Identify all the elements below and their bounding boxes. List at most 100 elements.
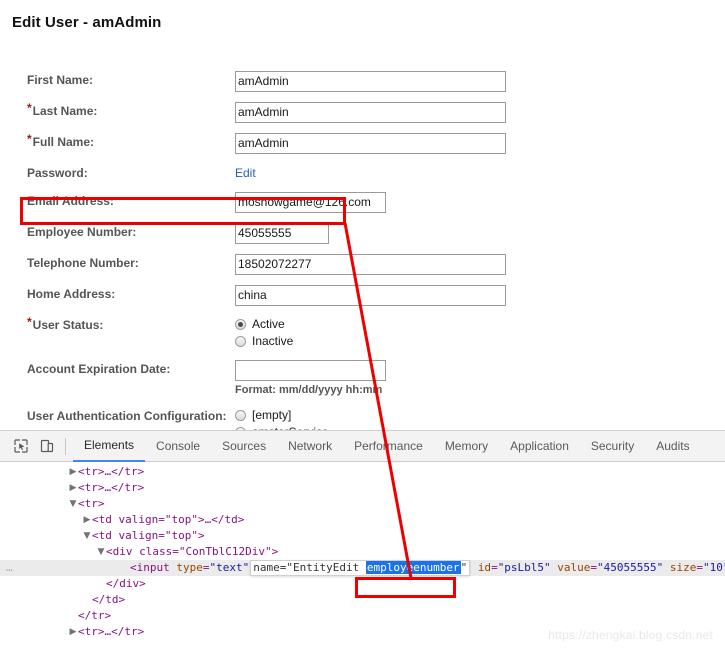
radio-option-empty[interactable]: [empty]: [235, 407, 725, 423]
twisty-expanded-icon[interactable]: ▼: [82, 528, 92, 544]
dom-row[interactable]: </td>: [0, 592, 725, 608]
dom-tag-name: input: [136, 561, 170, 574]
twisty-collapsed-icon[interactable]: ▶: [68, 480, 78, 496]
field-cell: [235, 187, 725, 218]
required-asterisk-icon: *: [27, 132, 32, 146]
form-row-password: Password: Edit: [0, 159, 725, 187]
field-cell: [235, 128, 725, 159]
twisty-expanded-icon[interactable]: ▼: [68, 496, 78, 512]
devtools-tab-bar: Elements Console Sources Network Perform…: [73, 431, 701, 462]
tab-network[interactable]: Network: [277, 431, 343, 462]
edit-user-form: First Name: *Last Name: *Full Name:: [0, 66, 725, 430]
home-address-input[interactable]: [235, 285, 506, 306]
devtools-toolbar: Elements Console Sources Network Perform…: [0, 431, 725, 462]
field-label-account-expiration-date: Account Expiration Date:: [27, 362, 171, 376]
radio-option-active[interactable]: Active: [235, 316, 725, 332]
tab-performance[interactable]: Performance: [343, 431, 434, 462]
dom-attr-value-size: "10": [703, 561, 725, 574]
form-row-employee-number: Employee Number:: [0, 218, 725, 249]
field-cell: [235, 66, 725, 97]
full-name-input[interactable]: [235, 133, 506, 154]
field-label-telephone-number: Telephone Number:: [27, 256, 139, 270]
label-cell: *Last Name:: [0, 97, 235, 128]
device-toolbar-icon[interactable]: [34, 434, 60, 458]
dom-row-selected[interactable]: … <input type="text" name="EntityEdit emp…: [0, 560, 725, 576]
dom-row[interactable]: ▶ <td valign="top">…</td>: [0, 512, 725, 528]
dom-attr-value-id: "psLbl5": [497, 561, 551, 574]
tab-elements[interactable]: Elements: [73, 431, 146, 462]
dom-row-text: </td>: [92, 593, 126, 606]
dom-row[interactable]: </tr>: [0, 608, 725, 624]
form-row-user-authentication-configuration: User Authentication Configuration: [empt…: [0, 402, 725, 430]
field-label-password: Password:: [27, 166, 88, 180]
page-title: Edit User - amAdmin: [12, 14, 162, 31]
form-row-first-name: First Name:: [0, 66, 725, 97]
twisty-collapsed-icon[interactable]: ▶: [68, 464, 78, 480]
dom-row[interactable]: ▼ <td valign="top">: [0, 528, 725, 544]
label-cell: *Full Name:: [0, 128, 235, 159]
account-expiration-date-input[interactable]: [235, 360, 386, 381]
radio-option-inactive[interactable]: Inactive: [235, 333, 725, 349]
email-address-input[interactable]: [235, 192, 386, 213]
first-name-input[interactable]: [235, 71, 506, 92]
inspect-element-icon[interactable]: [8, 434, 34, 458]
field-cell: [235, 249, 725, 280]
twisty-collapsed-icon[interactable]: ▶: [82, 512, 92, 528]
tab-application[interactable]: Application: [499, 431, 580, 462]
dom-open-angle: <: [130, 561, 137, 574]
dom-attr-edit-suffix: ": [460, 561, 468, 574]
row-overflow-ellipsis[interactable]: …: [6, 560, 14, 576]
tab-sources[interactable]: Sources: [211, 431, 277, 462]
dom-attr-name-type: type: [176, 561, 203, 574]
form-row-account-expiration-date: Account Expiration Date: Format: mm/dd/y…: [0, 355, 725, 402]
twisty-collapsed-icon[interactable]: ▶: [68, 624, 78, 640]
dom-attr-name-editor[interactable]: name="EntityEdit employeenumber": [250, 560, 471, 576]
dom-row-text: <tr>: [78, 497, 105, 510]
label-cell: Password:: [0, 159, 235, 187]
password-edit-link[interactable]: Edit: [235, 164, 256, 181]
dom-row-text: </tr>: [78, 609, 112, 622]
dom-row[interactable]: ▶ <tr>…</tr>: [0, 480, 725, 496]
dom-row-text: <td valign="top">…</td>: [92, 513, 245, 526]
field-cell: Active Inactive: [235, 311, 725, 355]
last-name-input[interactable]: [235, 102, 506, 123]
employee-number-input[interactable]: [235, 223, 329, 244]
dom-attr-name-size: size: [669, 561, 697, 574]
dom-row[interactable]: ▼ <div class="ConTblC12Div">: [0, 544, 725, 560]
tab-audits[interactable]: Audits: [645, 431, 700, 462]
field-label-home-address: Home Address:: [27, 287, 116, 301]
radio-button-icon[interactable]: [235, 409, 246, 421]
label-cell: Email Address:: [0, 187, 235, 218]
dom-row[interactable]: </div>: [0, 576, 725, 592]
tab-console[interactable]: Console: [145, 431, 211, 462]
twisty-expanded-icon[interactable]: ▼: [96, 544, 106, 560]
dom-row-text: <div class="ConTblC12Div">: [106, 545, 279, 558]
dom-row-text: <td valign="top">: [92, 529, 205, 542]
radio-button-icon[interactable]: [235, 318, 246, 330]
dom-attr-value-type: "text": [209, 561, 250, 574]
field-label-first-name: First Name:: [27, 73, 94, 87]
radio-label-empty: [empty]: [252, 408, 292, 422]
tab-memory[interactable]: Memory: [434, 431, 499, 462]
dom-row[interactable]: ▼ <tr>: [0, 496, 725, 512]
dom-row-text: </div>: [106, 577, 146, 590]
required-asterisk-icon: *: [27, 101, 32, 115]
application-pane: Edit User - amAdmin First Name: *Last Na…: [0, 0, 725, 430]
label-cell: *User Status:: [0, 311, 235, 355]
telephone-number-input[interactable]: [235, 254, 506, 275]
form-row-full-name: *Full Name:: [0, 128, 725, 159]
field-label-user-authentication-configuration: User Authentication Configuration:: [27, 409, 227, 423]
field-cell: [empty] amsterService ldapService: [235, 402, 725, 430]
toolbar-divider: [65, 437, 66, 455]
radio-button-icon[interactable]: [235, 335, 246, 347]
tab-security[interactable]: Security: [580, 431, 645, 462]
field-cell: [235, 280, 725, 311]
required-asterisk-icon: *: [27, 315, 32, 329]
label-cell: Telephone Number:: [0, 249, 235, 280]
label-cell: First Name:: [0, 66, 235, 97]
form-row-home-address: Home Address:: [0, 280, 725, 311]
devtools-panel: Elements Console Sources Network Perform…: [0, 430, 725, 659]
dom-tree[interactable]: ▶ <tr>…</tr> ▶ <tr>…</tr> ▼ <tr> ▶ <td valig…: [0, 462, 725, 640]
dom-attr-edit-selection[interactable]: employeenumber: [365, 561, 461, 574]
dom-row[interactable]: ▶ <tr>…</tr>: [0, 464, 725, 480]
